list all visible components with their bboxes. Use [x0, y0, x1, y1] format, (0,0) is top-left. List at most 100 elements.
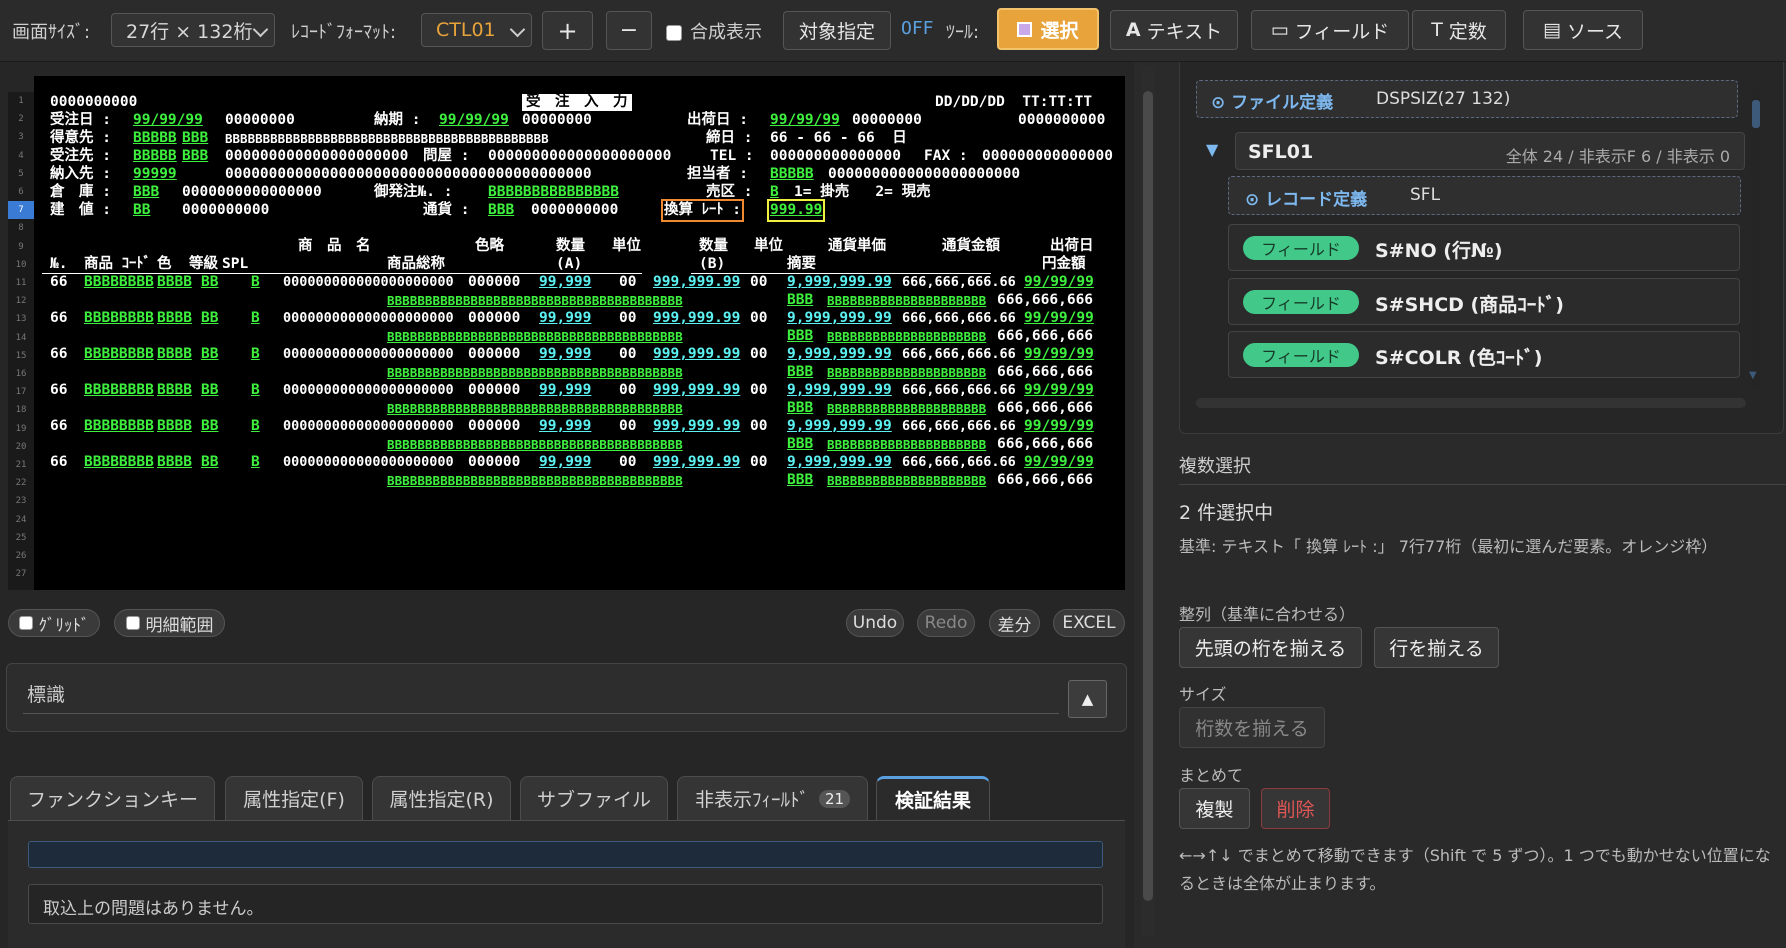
detail-cell[interactable]: BBB [787, 328, 813, 345]
tree-scrollbar[interactable]: ▼ [1749, 88, 1761, 388]
detail-cell[interactable]: 00 [750, 382, 767, 399]
tab-0[interactable]: ファンクションキー [10, 776, 215, 820]
detail-cell[interactable]: 000000 [468, 274, 520, 291]
screen-text[interactable]: 建 値 : [50, 202, 111, 219]
record-def-node[interactable]: ⊙ レコード定義 SFL [1228, 176, 1741, 215]
screen-field[interactable]: BB [133, 202, 150, 219]
screen-field[interactable]: BBBBB [133, 130, 177, 147]
detail-cell[interactable]: B [251, 310, 260, 327]
detail-cell[interactable]: BBB [787, 400, 813, 417]
column-header[interactable]: (B) [699, 256, 725, 273]
editor-scrollbar[interactable] [1141, 66, 1155, 936]
detail-range-toggle[interactable]: 明細範囲 [114, 609, 225, 637]
screen-field[interactable]: BBB [182, 130, 208, 147]
align-column-button[interactable]: 先頭の桁を揃える [1179, 627, 1362, 668]
detail-cell[interactable]: 66 [50, 454, 67, 471]
diff-button[interactable]: 差分 [989, 609, 1040, 637]
detail-cell[interactable]: 9,999,999.99 [787, 418, 892, 435]
detail-cell[interactable]: 9,999,999.99 [787, 382, 892, 399]
column-header[interactable]: 等級 [189, 256, 218, 273]
screen-canvas[interactable]: 0000000000 受 注 入 力 DD/DD/DD TT:TT:TT 受注日… [34, 76, 1125, 590]
detail-cell[interactable]: 99,999 [539, 418, 591, 435]
column-header[interactable]: (A) [556, 256, 582, 273]
column-header[interactable]: 色 [157, 256, 172, 273]
rate-field-selected[interactable]: 999.99 [766, 199, 826, 222]
field-tool-button[interactable]: ▭ フィールド [1251, 10, 1409, 50]
detail-cell[interactable]: 00 [619, 346, 636, 363]
detail-cell[interactable]: 999,999.99 [653, 418, 740, 435]
detail-cell[interactable]: 00 [750, 310, 767, 327]
detail-cell[interactable]: BBBBBBBBBBBBBBBBBBBBBBBBBBBBBBBBBBBBBBB [387, 436, 683, 453]
screen-text[interactable]: FAX : [924, 148, 968, 165]
screen-title[interactable]: 受 注 入 力 [522, 94, 632, 111]
detail-cell[interactable]: B [251, 346, 260, 363]
screen-text[interactable]: 売区 : [706, 184, 752, 201]
detail-cell[interactable]: 666,666,666 [997, 292, 1093, 309]
tree-scroll-down-icon[interactable]: ▼ [1749, 370, 1757, 381]
screen-text[interactable]: 0000000000000000000000000000000000000000… [225, 166, 592, 183]
tree-scrollbar-thumb[interactable] [1752, 100, 1760, 128]
detail-cell[interactable]: BBBBBBBBBBBBBBBBBBBBB [827, 364, 986, 381]
column-header[interactable]: №. [50, 256, 67, 273]
detail-cell[interactable]: BBBBBBBBBBBBBBBBBBBBBBBBBBBBBBBBBBBBBBB [387, 292, 683, 309]
detail-cell[interactable]: 666,666,666.66 [902, 454, 1016, 471]
detail-cell[interactable]: BBBBBBBB [84, 418, 154, 435]
grid-checkbox[interactable] [18, 616, 33, 630]
detail-cell[interactable]: 99/99/99 [1024, 310, 1094, 327]
sfl-node[interactable]: SFL01 全体 24 / 非表示F 6 / 非表示 0 [1235, 132, 1745, 170]
screen-text[interactable]: 受注日 : [50, 112, 111, 129]
screen-text[interactable]: 0000000000 [531, 202, 618, 219]
detail-cell[interactable]: 000000000000000000000 [283, 274, 454, 291]
screen-field[interactable]: BBBBB [770, 166, 814, 183]
detail-cell[interactable]: 99,999 [539, 274, 591, 291]
file-def-node[interactable]: ⊙ ファイル定義 DSPSIZ(27 132) [1196, 80, 1738, 118]
detail-cell[interactable]: BBBBBBBBBBBBBBBBBBBBBBBBBBBBBBBBBBBBBBB [387, 472, 683, 489]
screen-field[interactable]: B [770, 184, 779, 201]
match-width-button[interactable]: 桁数を揃える [1179, 707, 1325, 748]
detail-cell[interactable]: B [251, 454, 260, 471]
column-header[interactable]: 通貨単価 [828, 238, 886, 255]
screen-text[interactable]: 0000000000 [182, 202, 269, 219]
column-header[interactable]: 単位 [612, 238, 641, 255]
detail-cell[interactable]: 999,999.99 [653, 346, 740, 363]
remove-row-button[interactable]: − [606, 11, 652, 50]
detail-cell[interactable]: 00 [750, 418, 767, 435]
detail-cell[interactable]: BB [201, 382, 218, 399]
screen-size-select[interactable]: 27行 × 132桁 [111, 13, 275, 47]
detail-cell[interactable]: 9,999,999.99 [787, 310, 892, 327]
detail-cell[interactable]: 666,666,666 [997, 472, 1093, 489]
detail-cell[interactable]: 000000 [468, 418, 520, 435]
screen-text[interactable]: BBBBBBBBBBBBBBBBBBBBBBBBBBBBBBBBBBBBBBBB… [225, 130, 549, 147]
detail-cell[interactable]: B [251, 418, 260, 435]
detail-cell[interactable]: 66 [50, 310, 67, 327]
detail-cell[interactable]: BBBBBBBBBBBBBBBBBBBBBBBBBBBBBBBBBBBBBBB [387, 328, 683, 345]
detail-cell[interactable]: 99/99/99 [1024, 418, 1094, 435]
detail-cell[interactable]: 666,666,666.66 [902, 382, 1016, 399]
detail-cell[interactable]: 99/99/99 [1024, 382, 1094, 399]
screen-text[interactable]: 担当者 : [687, 166, 748, 183]
detail-cell[interactable]: 000000000000000000000 [283, 454, 454, 471]
detail-cell[interactable]: 000000000000000000000 [283, 346, 454, 363]
add-row-button[interactable]: + [542, 11, 593, 50]
detail-cell[interactable]: 000000 [468, 346, 520, 363]
screen-text[interactable]: 66 - 66 - 66 日 [770, 130, 907, 147]
detail-cell[interactable]: BBBBBBBB [84, 274, 154, 291]
screen-text[interactable]: 通貨 : [423, 202, 469, 219]
detail-cell[interactable]: BBB [787, 436, 813, 453]
detail-cell[interactable]: 666,666,666.66 [902, 310, 1016, 327]
screen-text[interactable]: 御発注№. : [374, 184, 452, 201]
detail-cell[interactable]: 9,999,999.99 [787, 346, 892, 363]
detail-cell[interactable]: BBBBBBBB [84, 454, 154, 471]
screen-field[interactable]: 99/99/99 [770, 112, 840, 129]
detail-cell[interactable]: 66 [50, 274, 67, 291]
detail-cell[interactable]: 000000 [468, 310, 520, 327]
detail-cell[interactable]: BBBB [157, 274, 192, 291]
detail-cell[interactable]: BBBBBBBBBBBBBBBBBBBBB [827, 472, 986, 489]
screen-text[interactable]: 締日 : [706, 130, 752, 147]
screen-field[interactable]: 99/99/99 [133, 112, 203, 129]
detail-cell[interactable]: 99,999 [539, 454, 591, 471]
screen-text[interactable]: 出荷日 : [687, 112, 748, 129]
field-node[interactable]: フィールド S#NO (行№) [1228, 224, 1740, 271]
detail-cell[interactable]: 000000000000000000000 [283, 418, 454, 435]
detail-cell[interactable]: BB [201, 274, 218, 291]
